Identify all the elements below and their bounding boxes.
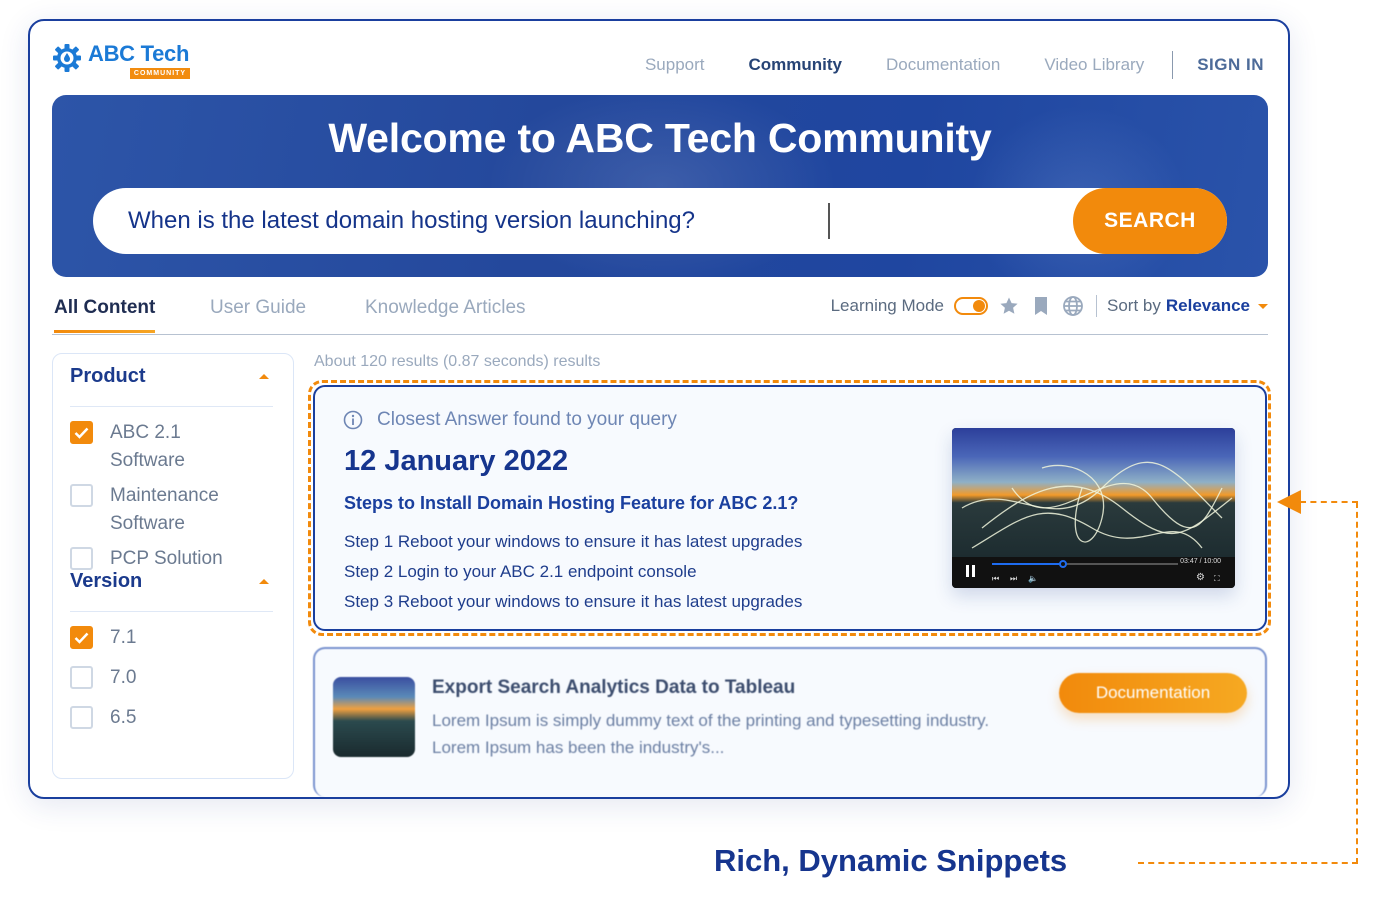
answer-hint: Closest Answer found to your query (343, 409, 677, 431)
answer-step: Step 2 Login to your ABC 2.1 endpoint co… (344, 562, 697, 581)
globe-icon[interactable] (1062, 295, 1084, 317)
callout-label: Rich, Dynamic Snippets (714, 843, 1068, 878)
answer-steps: Step 1 Reboot your windows to ensure it … (344, 527, 802, 617)
volume-icon[interactable]: 🔈 (1028, 574, 1038, 583)
skip-back-icon[interactable]: ⏮ (992, 574, 999, 584)
nav-video-library[interactable]: Video Library (1044, 55, 1144, 75)
result-description: Lorem Ipsum is simply dummy text of the … (432, 711, 990, 757)
search-button[interactable]: SEARCH (1073, 188, 1227, 254)
facet-product-header[interactable]: Product (70, 365, 273, 407)
content-tabs: All Content User Guide Knowledge Article… (52, 295, 1268, 335)
pause-icon[interactable] (966, 565, 975, 577)
top-navigation: Support Community Documentation Video Li… (601, 51, 1264, 79)
video-progress-knob[interactable] (1058, 560, 1067, 568)
tab-knowledge-articles[interactable]: Knowledge Articles (365, 297, 526, 319)
callout-line (1356, 502, 1358, 864)
video-progress-fill (992, 563, 1063, 565)
closest-answer-card[interactable]: Closest Answer found to your query 12 Ja… (313, 385, 1267, 631)
checkbox-checked[interactable] (70, 421, 93, 444)
skip-forward-icon[interactable]: ⏭ (1010, 574, 1017, 584)
filter-option-label: Maintenance Software (110, 485, 219, 534)
result-type-badge[interactable]: Documentation (1059, 673, 1247, 713)
filter-sidebar: Product ABC 2.1 Software Maintenance Sof… (52, 353, 294, 779)
checkbox[interactable] (70, 547, 93, 570)
video-time: 03:47 / 10:00 (1180, 558, 1221, 565)
checkbox[interactable] (70, 484, 93, 507)
light-trails-image (961, 461, 1233, 549)
callout-line (1138, 862, 1358, 864)
answer-hint-text: Closest Answer found to your query (377, 409, 677, 430)
toolbar: Learning Mode Sort by Relevance (831, 295, 1268, 317)
learning-mode-label: Learning Mode (830, 296, 945, 315)
result-item[interactable]: Export Search Analytics Data to Tableau … (313, 647, 1267, 797)
sort-label: Sort by (1107, 296, 1161, 315)
tab-all-content[interactable]: All Content (54, 297, 156, 333)
app-window: ABC Tech COMMUNITY Support Community Doc… (28, 19, 1290, 799)
bookmark-icon[interactable] (1030, 295, 1052, 317)
hero-banner: Welcome to ABC Tech Community SEARCH (52, 95, 1268, 277)
filter-option[interactable]: 6.5 (70, 704, 273, 732)
learning-mode-toggle[interactable] (954, 297, 989, 315)
filter-option[interactable]: 7.1 (70, 624, 273, 652)
logo[interactable]: ABC Tech COMMUNITY (52, 41, 191, 79)
answer-date: 12 January 2022 (344, 445, 569, 477)
chevron-down-icon[interactable] (1258, 303, 1268, 309)
results-count: About 120 results (0.87 seconds) results (314, 353, 601, 370)
nav-divider (1172, 51, 1174, 79)
video-player[interactable]: 03:47 / 10:00 ⏮ ⏭ 🔈 ⚙ ⛶ (952, 428, 1235, 588)
checkbox[interactable] (70, 706, 93, 729)
filter-option[interactable]: Maintenance Software (70, 482, 273, 538)
star-icon[interactable] (998, 295, 1020, 317)
filter-option[interactable]: 7.0 (70, 664, 273, 692)
search-bar: SEARCH (93, 188, 1227, 254)
logo-name: ABC Tech (88, 41, 190, 66)
filter-option-label: 7.0 (110, 667, 137, 688)
nav-community[interactable]: Community (749, 55, 843, 75)
filter-option-label: 6.5 (110, 707, 137, 728)
filter-option[interactable]: ABC 2.1 Software (70, 419, 273, 475)
callout-arrow-icon (1277, 490, 1301, 514)
hero-title: Welcome to ABC Tech Community (328, 115, 992, 161)
answer-step: Step 1 Reboot your windows to ensure it … (344, 532, 803, 551)
result-title[interactable]: Export Search Analytics Data to Tableau (432, 677, 795, 699)
text-caret (828, 203, 830, 239)
toggle-knob (973, 300, 986, 312)
fullscreen-icon[interactable]: ⛶ (1214, 574, 1220, 584)
sign-in-link[interactable]: SIGN IN (1197, 55, 1264, 75)
filter-option-label: 7.1 (110, 627, 137, 648)
answer-step: Step 3 Reboot your windows to ensure it … (344, 592, 803, 611)
facet-title: Product (70, 364, 146, 387)
nav-support[interactable]: Support (645, 55, 705, 75)
search-input[interactable] (93, 201, 828, 241)
facet-version-header[interactable]: Version (70, 570, 273, 612)
chevron-up-icon[interactable] (259, 373, 269, 379)
sort-dropdown[interactable]: Relevance (1166, 296, 1250, 316)
info-icon (343, 410, 363, 430)
gear-drop-logo-icon (53, 44, 81, 72)
settings-gear-icon[interactable]: ⚙ (1196, 572, 1205, 583)
toolbar-divider (1096, 295, 1098, 317)
answer-question-link[interactable]: Steps to Install Domain Hosting Feature … (344, 493, 798, 514)
video-progress-slider[interactable] (992, 560, 1178, 568)
logo-community-badge: COMMUNITY (129, 68, 191, 79)
nav-documentation[interactable]: Documentation (886, 55, 1000, 75)
checkbox[interactable] (70, 666, 93, 689)
checkbox-checked[interactable] (70, 626, 93, 649)
video-controls: 03:47 / 10:00 ⏮ ⏭ 🔈 ⚙ ⛶ (952, 557, 1235, 588)
result-thumbnail (333, 677, 415, 757)
video-frame[interactable] (952, 428, 1235, 557)
facet-title: Version (70, 569, 143, 592)
filter-option-label: ABC 2.1 Software (110, 422, 185, 471)
tab-user-guide[interactable]: User Guide (210, 297, 306, 319)
chevron-up-icon[interactable] (259, 578, 269, 584)
callout-line (1300, 501, 1358, 503)
